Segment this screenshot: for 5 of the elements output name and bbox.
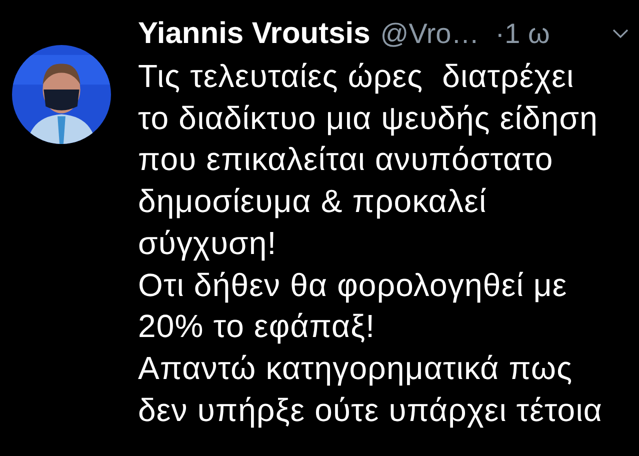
tweet-time[interactable]: ·1 ω [495, 18, 550, 50]
chevron-down-icon[interactable] [612, 29, 629, 39]
author-handle: @Vro… [380, 18, 480, 50]
author-name[interactable]: Yiannis Vroutsis [138, 17, 370, 51]
tweet-text: Τις τελευταίες ώρες διατρέχει το διαδίκτυο μια ψευδής είδηση που επικαλείται ανυπόστατο δημοσίευμα & προκαλεί σύγχυση! Οτι δήθεν θα φορολογηθεί με 20% το εφάπαξ! Απαντώ κατηγορηματικά πως δεν υπήρξε ούτε υπάρχει τέτοια [138, 57, 604, 430]
